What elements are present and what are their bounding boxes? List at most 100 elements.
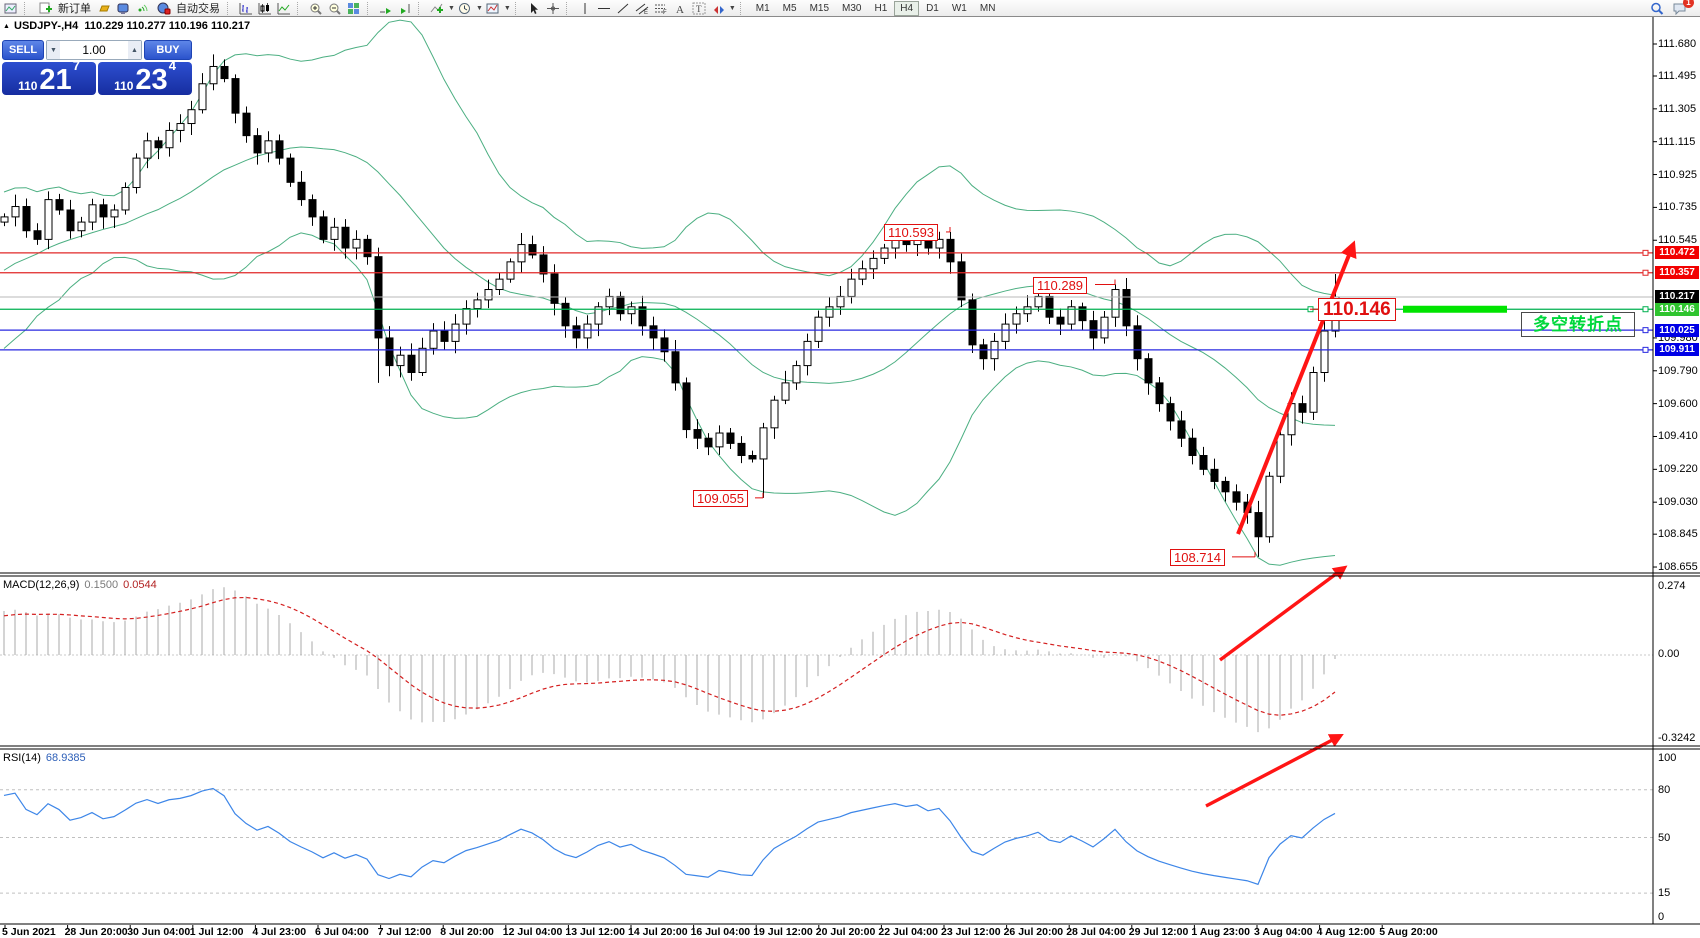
sell-price-point: 7 [73, 51, 80, 81]
volume-input[interactable] [60, 41, 128, 59]
templates-dropdown-caret[interactable]: ▼ [504, 5, 511, 12]
candle [221, 66, 228, 78]
candle [78, 222, 85, 231]
svg-text:T: T [696, 4, 702, 14]
candle [243, 113, 250, 135]
chart-window-icon[interactable] [2, 1, 20, 16]
tab-timeframe-h4[interactable]: H4 [894, 1, 919, 16]
candle [188, 110, 195, 124]
bar-chart-icon[interactable] [237, 1, 255, 16]
zoom-out-icon[interactable] [326, 1, 344, 16]
fibonacci-tool-icon[interactable]: F [652, 1, 670, 16]
search-icon[interactable] [1648, 1, 1666, 16]
tab-timeframe-mn[interactable]: MN [974, 1, 1002, 16]
text-label-tool-icon[interactable]: T [690, 1, 708, 16]
line-handle[interactable] [1643, 270, 1648, 275]
buy-price-base: 110 [114, 79, 133, 93]
candle [1002, 324, 1009, 341]
new-order-button[interactable]: 新订单 [34, 1, 94, 16]
candlestick-chart-icon[interactable] [256, 1, 274, 16]
tab-timeframe-m15[interactable]: M15 [804, 1, 835, 16]
tile-windows-icon[interactable] [345, 1, 363, 16]
arrows-dropdown-caret[interactable]: ▼ [729, 5, 736, 12]
candle [1, 217, 8, 222]
candle [650, 326, 657, 338]
auto-scroll-icon[interactable] [377, 1, 395, 16]
candle [782, 383, 789, 400]
candle [67, 210, 74, 231]
candle [463, 309, 470, 325]
candle [947, 239, 954, 261]
candle [122, 188, 129, 210]
auto-trading-button[interactable]: 自动交易 [152, 1, 223, 16]
tab-timeframe-m30[interactable]: M30 [836, 1, 867, 16]
sell-price-display[interactable]: 110 21 7 [2, 62, 96, 95]
candle [749, 456, 756, 459]
toolbar-separator [227, 2, 233, 15]
sell-button[interactable]: SELL [2, 40, 44, 60]
symbol-collapse-icon[interactable]: ▲ [3, 23, 10, 30]
trend-arrow-main[interactable] [1238, 245, 1353, 534]
candle [408, 355, 415, 372]
channel-tool-icon[interactable]: E [633, 1, 651, 16]
candle [551, 274, 558, 303]
line-handle[interactable] [1643, 347, 1648, 352]
chart-shift-icon[interactable] [396, 1, 414, 16]
candle [199, 84, 206, 110]
arrows-tool-icon[interactable] [709, 1, 727, 16]
line-chart-icon[interactable] [275, 1, 293, 16]
chart-header: USDJPY-,H4 110.229 110.277 110.196 110.2… [14, 20, 250, 32]
crosshair-icon[interactable] [544, 1, 562, 16]
trendline-tool-icon[interactable] [614, 1, 632, 16]
trend-arrow-macd[interactable] [1220, 568, 1344, 660]
horizontal-line-tool-icon[interactable] [595, 1, 613, 16]
notifications-icon[interactable]: 1 [1670, 1, 1688, 16]
candle [848, 279, 855, 296]
periods-icon[interactable] [456, 1, 474, 16]
tab-timeframe-h1[interactable]: H1 [868, 1, 893, 16]
candles [1, 54, 1339, 556]
gold-icon[interactable] [95, 1, 113, 16]
indicators-icon[interactable] [428, 1, 446, 16]
candle [364, 239, 371, 256]
auto-trading-icon [155, 1, 173, 16]
volume-increase-button[interactable]: ▲ [128, 41, 141, 59]
candle [177, 124, 184, 131]
vertical-line-tool-icon[interactable] [576, 1, 594, 16]
indicators-dropdown-caret[interactable]: ▼ [448, 5, 455, 12]
cursor-icon[interactable] [525, 1, 543, 16]
line-handle[interactable] [1643, 307, 1648, 312]
chart-symbol-period: USDJPY-,H4 [14, 20, 78, 32]
text-tool-icon[interactable]: A [671, 1, 689, 16]
tab-timeframe-d1[interactable]: D1 [920, 1, 945, 16]
new-order-icon [37, 1, 55, 16]
buy-price-display[interactable]: 110 23 4 [98, 62, 192, 95]
candle [155, 141, 162, 148]
tab-timeframe-m1[interactable]: M1 [750, 1, 776, 16]
candle [1145, 359, 1152, 383]
templates-icon[interactable] [484, 1, 502, 16]
volume-decrease-button[interactable]: ▼ [47, 41, 60, 59]
signal-icon[interactable] [133, 1, 151, 16]
zoom-in-icon[interactable] [307, 1, 325, 16]
tab-timeframe-m5[interactable]: M5 [777, 1, 803, 16]
toolbar-separator [24, 2, 30, 15]
new-order-label: 新订单 [58, 0, 91, 16]
candle [540, 255, 547, 274]
candle [1200, 456, 1207, 470]
toolbar-separator [566, 2, 572, 15]
candle [386, 338, 393, 366]
line-handle[interactable] [1643, 250, 1648, 255]
candle [397, 355, 404, 365]
line-handle[interactable] [1643, 328, 1648, 333]
candle [925, 238, 932, 248]
terminal-icon[interactable] [114, 1, 132, 16]
periods-dropdown-caret[interactable]: ▼ [476, 5, 483, 12]
candle [474, 300, 481, 309]
tab-timeframe-w1[interactable]: W1 [946, 1, 973, 16]
toolbar: 新订单 自动交易 [0, 0, 1700, 17]
candle [716, 433, 723, 447]
candle [958, 262, 965, 300]
toolbar-separator [515, 2, 521, 15]
macd-plot [0, 587, 1653, 732]
